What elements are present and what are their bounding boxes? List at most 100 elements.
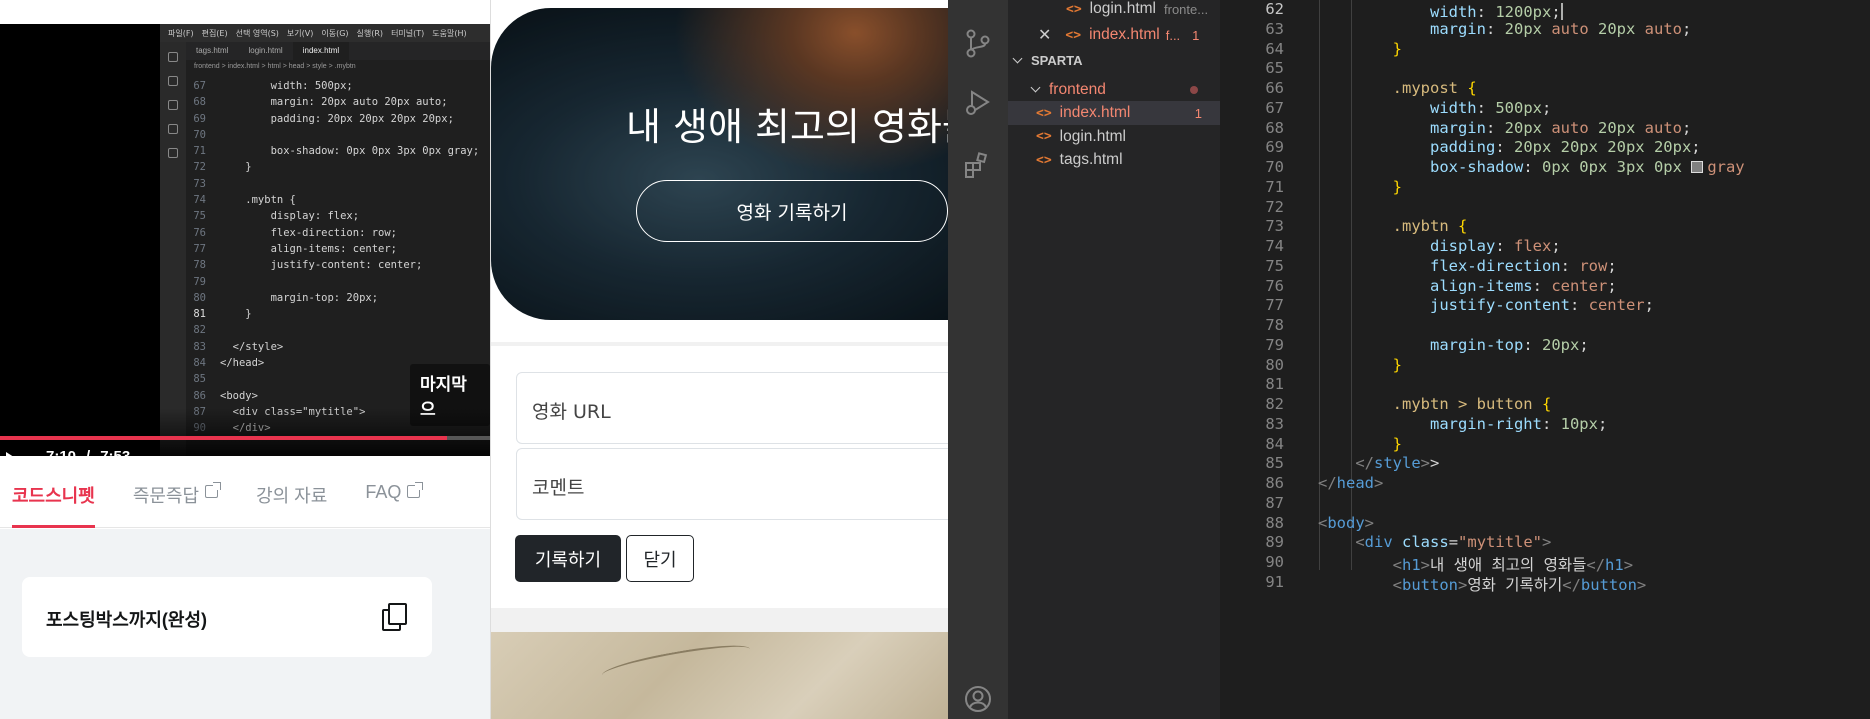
line-text: .mybtn { — [1392, 217, 1468, 236]
code-editor[interactable]: 62 width: 1200px; 63 margin: 20px auto 20… — [1220, 0, 1870, 719]
open-editor-path: f... — [1165, 27, 1181, 43]
video-code-line: 82 — [186, 322, 490, 338]
video-player[interactable]: 파일(F) 편집(E) 선택 영역(S) 보기(V) 이동(G) 실행(R) 터미널(T) 도… — [0, 24, 490, 456]
activity-bar — [948, 0, 1008, 719]
video-editor-tabs: tags.html login.html index.html — [186, 42, 490, 60]
lecture-panel: 파일(F) 편집(E) 선택 영역(S) 보기(V) 이동(G) 실행(R) 터미널(T) 도… — [0, 0, 490, 719]
video-code-line: 83 </style> — [186, 339, 490, 355]
movie-url-input[interactable]: 영화 URL — [516, 372, 948, 444]
line-text: .mybtn > button { — [1392, 395, 1552, 413]
video-line-text: <body> — [220, 389, 258, 402]
account-icon[interactable] — [963, 684, 993, 714]
lecture-tab-label: 강의 자료 — [256, 486, 328, 506]
file-item[interactable]: <> index.html 1 — [1008, 101, 1220, 125]
file-item[interactable]: <> login.html — [1008, 125, 1220, 149]
line-text: flex-direction: row; — [1429, 256, 1617, 275]
movie-card-image — [491, 632, 948, 719]
video-line-text: flex-direction: row; — [220, 226, 398, 239]
close-icon[interactable]: ✕ — [1038, 25, 1051, 45]
video-code-line: 72 } — [186, 159, 490, 175]
video-line-number: 71 — [193, 145, 206, 158]
line-number: 91 — [1265, 572, 1284, 591]
video-line-number: 68 — [193, 96, 206, 109]
video-line-number: 72 — [193, 161, 206, 174]
save-button[interactable]: 기록하기 — [515, 535, 621, 582]
video-line-text: justify-content: center; — [220, 259, 423, 272]
video-code-line: 76 flex-direction: row; — [186, 225, 490, 241]
copy-icon[interactable] — [382, 603, 407, 631]
play-icon[interactable] — [6, 452, 17, 456]
video-line-number: 75 — [193, 210, 206, 223]
line-text: } — [1392, 177, 1402, 196]
video-code-line: 69 padding: 20px 20px 20px 20px; — [186, 111, 490, 127]
extensions-icon[interactable] — [963, 150, 993, 180]
video-menubar: 파일(F) 편집(E) 선택 영역(S) 보기(V) 이동(G) 실행(R) 터미널(T) 도… — [160, 24, 490, 42]
line-text: <div class="mytitle"> — [1355, 533, 1552, 552]
workspace-header[interactable]: SPARTA — [1012, 53, 1083, 68]
line-text: } — [1392, 434, 1402, 453]
source-control-icon[interactable] — [963, 28, 993, 58]
video-line-number: 67 — [193, 80, 206, 92]
html-file-icon: <> — [1066, 1, 1082, 17]
explorer-sidebar: <> login.html fronte... ✕ <> index.html … — [1008, 0, 1220, 719]
file-item[interactable]: <> tags.html — [1008, 148, 1220, 172]
comment-input[interactable]: 코멘트 — [516, 448, 948, 520]
file-name: index.html — [1059, 104, 1131, 121]
video-activity-bar — [160, 42, 186, 456]
video-line-text: box-shadow: 0px 0px 3px 0px gray; — [220, 145, 480, 158]
video-progress-bar[interactable] — [0, 436, 490, 440]
run-debug-icon[interactable] — [963, 88, 993, 118]
lecture-tab[interactable]: 즉문즉답 — [133, 472, 222, 528]
video-code-line: 68 margin: 20px auto 20px auto; — [186, 94, 490, 110]
video-line-number: 82 — [193, 324, 206, 337]
lecture-tab[interactable]: FAQ — [365, 472, 424, 528]
video-line-number: 73 — [193, 177, 206, 190]
workspace-name: SPARTA — [1031, 53, 1083, 68]
html-file-icon: <> — [1036, 129, 1052, 144]
line-text: display: flex; — [1429, 237, 1561, 255]
video-line-text: </head> — [220, 357, 265, 370]
video-line-number: 84 — [193, 357, 206, 370]
video-line-number: 83 — [193, 340, 206, 353]
time-separator: / — [86, 448, 90, 456]
lecture-tab-label: 코드스니펫 — [12, 486, 95, 506]
line-text: width: 500px; — [1429, 98, 1552, 117]
line-text: } — [1392, 39, 1402, 58]
video-code-line: 74 .mybtn { — [186, 192, 490, 208]
line-text: width: 1200px; — [1429, 3, 1563, 21]
lecture-tab[interactable]: 강의 자료 — [256, 472, 327, 528]
snippet-card[interactable]: 포스팅박스까지(완성) — [22, 577, 432, 657]
video-line-text: </style> — [220, 340, 284, 353]
top-strip — [0, 0, 490, 24]
lecture-tab-label: FAQ — [365, 482, 402, 502]
record-movie-button[interactable]: 영화 기록하기 — [636, 180, 948, 242]
video-line-text: } — [220, 308, 252, 321]
open-editor-login[interactable]: <> login.html fronte... — [1008, 0, 1220, 21]
open-editor-index[interactable]: ✕ <> index.html f... 1 — [1008, 23, 1220, 47]
html-file-icon: <> — [1065, 27, 1082, 43]
lecture-tab[interactable]: 코드스니펫 — [12, 472, 95, 528]
video-menu-item: 보기(V) — [286, 28, 314, 38]
close-button[interactable]: 닫기 — [626, 535, 694, 582]
video-editor-tab: login.html — [248, 46, 283, 55]
video-line-number: 70 — [193, 128, 206, 141]
hero-banner: 내 생애 최고의 영화들 영화 기록하기 — [491, 8, 948, 320]
html-file-icon: <> — [1036, 105, 1052, 121]
modified-dot — [1190, 86, 1198, 94]
movie-url-placeholder: 영화 URL — [532, 401, 611, 423]
folder-frontend[interactable]: frontend — [1008, 78, 1220, 102]
video-line-number: 74 — [193, 194, 206, 207]
duration: 7:53 — [100, 448, 130, 456]
video-line-number: 78 — [193, 259, 206, 272]
line-text: margin-top: 20px; — [1429, 335, 1589, 354]
line-text: justify-content: center; — [1429, 296, 1654, 315]
posting-box: 영화 URL 코멘트 기록하기 닫기 — [491, 346, 948, 608]
video-menu-item: 실행(R) — [356, 28, 384, 38]
open-editor-path: fronte... — [1164, 1, 1209, 17]
screen: 파일(F) 편집(E) 선택 영역(S) 보기(V) 이동(G) 실행(R) 터미널(T) 도… — [0, 0, 1870, 719]
video-line-text: margin-top: 20px; — [220, 291, 379, 304]
file-name: tags.html — [1059, 151, 1123, 168]
video-code-line: 81 } — [186, 306, 490, 322]
video-line-text: align-items: center; — [220, 242, 398, 255]
chevron-down-icon — [1030, 82, 1041, 92]
